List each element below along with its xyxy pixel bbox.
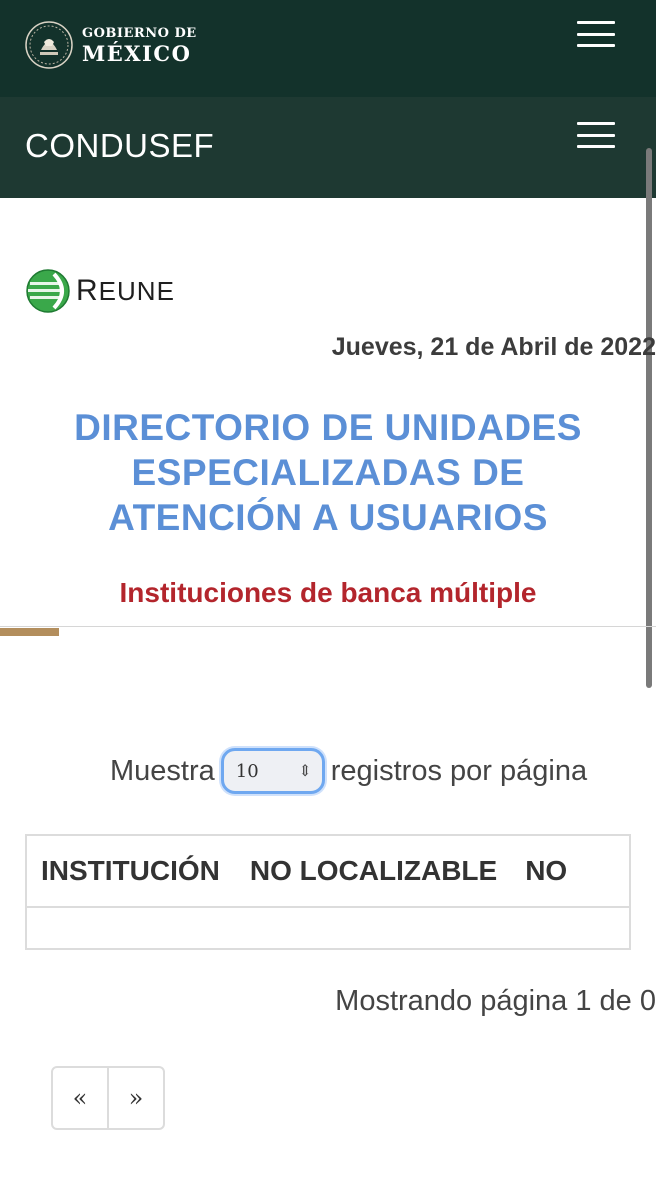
reune-rest: EUNE [98,276,175,306]
column-header-no-localizable[interactable]: NO LOCALIZABLE [250,855,497,887]
pagination: « » [51,1066,165,1130]
divider-accent [0,628,59,636]
previous-page-button[interactable]: « [53,1068,107,1128]
section-divider [0,626,656,627]
reune-letter: R [76,274,99,307]
current-date: Jueves, 21 de Abril de 2022 [331,333,656,361]
site-header: CONDUSEF [0,97,656,198]
page-subtitle: Instituciones de banca múltiple [119,577,537,608]
site-title[interactable]: CONDUSEF [25,127,214,165]
results-table: INSTITUCIÓN NO LOCALIZABLE NO [25,834,631,950]
table-header-row: INSTITUCIÓN NO LOCALIZABLE NO [27,836,629,908]
hamburger-menu-icon[interactable] [577,21,615,47]
column-header-institucion[interactable]: INSTITUCIÓN [41,855,220,887]
page-length-value: 10 [235,760,259,782]
reune-globe-icon [26,269,70,313]
mexico-seal-icon [25,21,73,69]
gobierno-de-mexico-logo[interactable]: GOBIERNO DE MÉXICO [24,20,197,70]
length-prefix: Muestra [110,754,215,787]
gov-name-line1: GOBIERNO DE [82,25,197,41]
gov-name-line2: MÉXICO [82,40,192,66]
next-page-button[interactable]: » [107,1068,163,1128]
select-updown-icon: ⇕ [298,761,312,780]
page-title: DIRECTORIO DE UNIDADES ESPECIALIZADAS DE… [0,405,656,540]
page-title-line1: DIRECTORIO DE UNIDADES [74,407,582,448]
page-length-control: Muestra 10 ⇕ registros por página [110,748,587,794]
table-info: Mostrando página 1 de 0 [335,985,656,1017]
length-suffix: registros por página [330,754,588,787]
column-header-no[interactable]: NO [525,855,567,887]
page-length-select[interactable]: 10 ⇕ [220,748,325,794]
page-title-line2: ESPECIALIZADAS DE [131,452,525,493]
government-header: GOBIERNO DE MÉXICO [0,0,656,97]
reune-logo: REUNE [24,268,175,314]
hamburger-menu-icon[interactable] [577,122,615,148]
page-title-line3: ATENCIÓN A USUARIOS [108,497,548,538]
